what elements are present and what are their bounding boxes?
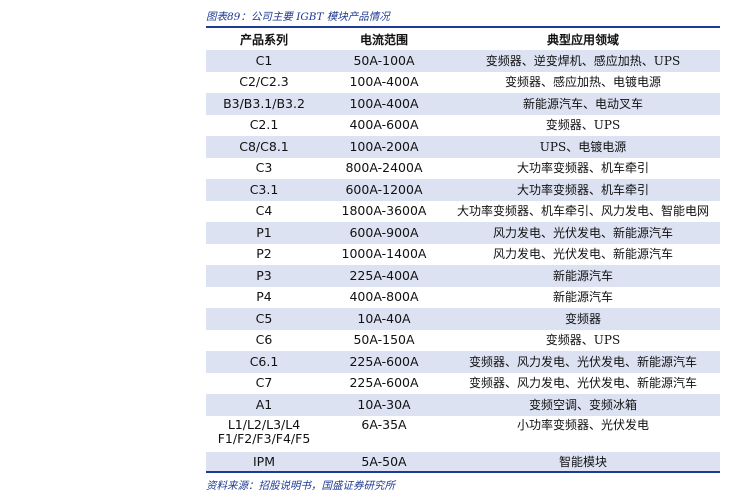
cell-current: 6A-35A [322, 415, 446, 452]
cell-series: A1 [206, 394, 322, 416]
table-row: C2.1 400A-600A 变频器、UPS [206, 114, 720, 136]
cell-series: P4 [206, 286, 322, 308]
cell-current: 5A-50A [322, 451, 446, 473]
cell-series: C3.1 [206, 179, 322, 201]
table-row: IPM 5A-50A 智能模块 [206, 451, 720, 473]
cell-application: 变频空调、变频冰箱 [446, 394, 720, 416]
cell-application: 变频器、UPS [446, 329, 720, 351]
cell-current: 225A-400A [322, 265, 446, 287]
cell-application: 小功率变频器、光伏发电 [446, 415, 720, 452]
table-row: C5 10A-40A 变频器 [206, 308, 720, 330]
cell-application: 变频器、逆变焊机、感应加热、UPS [446, 50, 720, 72]
table-row: P3 225A-400A 新能源汽车 [206, 265, 720, 287]
cell-series: C5 [206, 308, 322, 330]
cell-series: B3/B3.1/B3.2 [206, 93, 322, 115]
cell-application: UPS、电镀电源 [446, 136, 720, 158]
table-row: C7 225A-600A 变频器、风力发电、光伏发电、新能源汽车 [206, 372, 720, 394]
table-row: C3.1 600A-1200A 大功率变频器、机车牵引 [206, 179, 720, 201]
table-row: C2/C2.3 100A-400A 变频器、感应加热、电镀电源 [206, 71, 720, 93]
cell-application: 风力发电、光伏发电、新能源汽车 [446, 222, 720, 244]
cell-series: C8/C8.1 [206, 136, 322, 158]
cell-application: 变频器、UPS [446, 114, 720, 136]
cell-current: 1800A-3600A [322, 200, 446, 222]
cell-current: 50A-150A [322, 329, 446, 351]
table-row: C8/C8.1 100A-200A UPS、电镀电源 [206, 136, 720, 158]
cell-series: C7 [206, 372, 322, 394]
header-row: 产品系列 电流范围 典型应用领域 [206, 28, 720, 50]
bottom-rule [206, 471, 720, 473]
table-row: P2 1000A-1400A 风力发电、光伏发电、新能源汽车 [206, 243, 720, 265]
cell-series: C1 [206, 50, 322, 72]
cell-current: 1000A-1400A [322, 243, 446, 265]
table-body: C1 50A-100A 变频器、逆变焊机、感应加热、UPS C2/C2.3 100A-4… [206, 50, 720, 473]
cell-current: 100A-400A [322, 93, 446, 115]
cell-current: 100A-200A [322, 136, 446, 158]
cell-current: 800A-2400A [322, 157, 446, 179]
cell-application: 变频器 [446, 308, 720, 330]
cell-current: 400A-800A [322, 286, 446, 308]
table-row: B3/B3.1/B3.2 100A-400A 新能源汽车、电动叉车 [206, 93, 720, 115]
table-row: A1 10A-30A 变频空调、变频冰箱 [206, 394, 720, 416]
cell-current: 600A-1200A [322, 179, 446, 201]
cell-application: 变频器、感应加热、电镀电源 [446, 71, 720, 93]
table-row: C3 800A-2400A 大功率变频器、机车牵引 [206, 157, 720, 179]
header-application: 典型应用领域 [546, 32, 619, 47]
cell-series: L1/L2/L3/L4 F1/F2/F3/F4/F5 [206, 415, 322, 452]
table-row: C4 1800A-3600A 大功率变频器、机车牵引、风力发电、智能电网 [206, 200, 720, 222]
cell-current: 225A-600A [322, 351, 446, 373]
cell-application: 大功率变频器、机车牵引、风力发电、智能电网 [446, 200, 720, 222]
cell-current: 100A-400A [322, 71, 446, 93]
cell-series: P1 [206, 222, 322, 244]
header-series: 产品系列 [239, 32, 288, 47]
table-row: P1 600A-900A 风力发电、光伏发电、新能源汽车 [206, 222, 720, 244]
table-row: C1 50A-100A 变频器、逆变焊机、感应加热、UPS [206, 50, 720, 72]
table-row: C6 50A-150A 变频器、UPS [206, 329, 720, 351]
cell-application: 变频器、风力发电、光伏发电、新能源汽车 [446, 351, 720, 373]
source-note: 资料来源：招股说明书，国盛证券研究所 [206, 480, 395, 492]
igbt-product-table: 产品系列 电流范围 典型应用领域 C1 50A-100A 变频器、逆变焊机、感应加热… [206, 28, 720, 473]
cell-series: C6.1 [206, 351, 322, 373]
figure-caption: 图表89：公司主要 IGBT 模块产品情况 [206, 11, 390, 23]
cell-application: 新能源汽车、电动叉车 [446, 93, 720, 115]
cell-series: C2/C2.3 [206, 71, 322, 93]
header-current: 电流范围 [359, 32, 408, 47]
cell-application: 风力发电、光伏发电、新能源汽车 [446, 243, 720, 265]
cell-series: C3 [206, 157, 322, 179]
cell-series: C4 [206, 200, 322, 222]
cell-application: 大功率变频器、机车牵引 [446, 179, 720, 201]
cell-current: 10A-40A [322, 308, 446, 330]
table-row: C6.1 225A-600A 变频器、风力发电、光伏发电、新能源汽车 [206, 351, 720, 373]
cell-series: IPM [206, 451, 322, 473]
cell-series: P2 [206, 243, 322, 265]
cell-application: 变频器、风力发电、光伏发电、新能源汽车 [446, 372, 720, 394]
cell-application: 智能模块 [446, 451, 720, 473]
cell-current: 225A-600A [322, 372, 446, 394]
cell-application: 大功率变频器、机车牵引 [446, 157, 720, 179]
table-row: P4 400A-800A 新能源汽车 [206, 286, 720, 308]
cell-current: 600A-900A [322, 222, 446, 244]
cell-series: P3 [206, 265, 322, 287]
cell-series: C2.1 [206, 114, 322, 136]
cell-application: 新能源汽车 [446, 265, 720, 287]
cell-application: 新能源汽车 [446, 286, 720, 308]
table-row: L1/L2/L3/L4 F1/F2/F3/F4/F5 6A-35A 小功率变频器、光伏… [206, 415, 720, 452]
cell-series: C6 [206, 329, 322, 351]
cell-current: 400A-600A [322, 114, 446, 136]
cell-current: 50A-100A [322, 50, 446, 72]
cell-current: 10A-30A [322, 394, 446, 416]
